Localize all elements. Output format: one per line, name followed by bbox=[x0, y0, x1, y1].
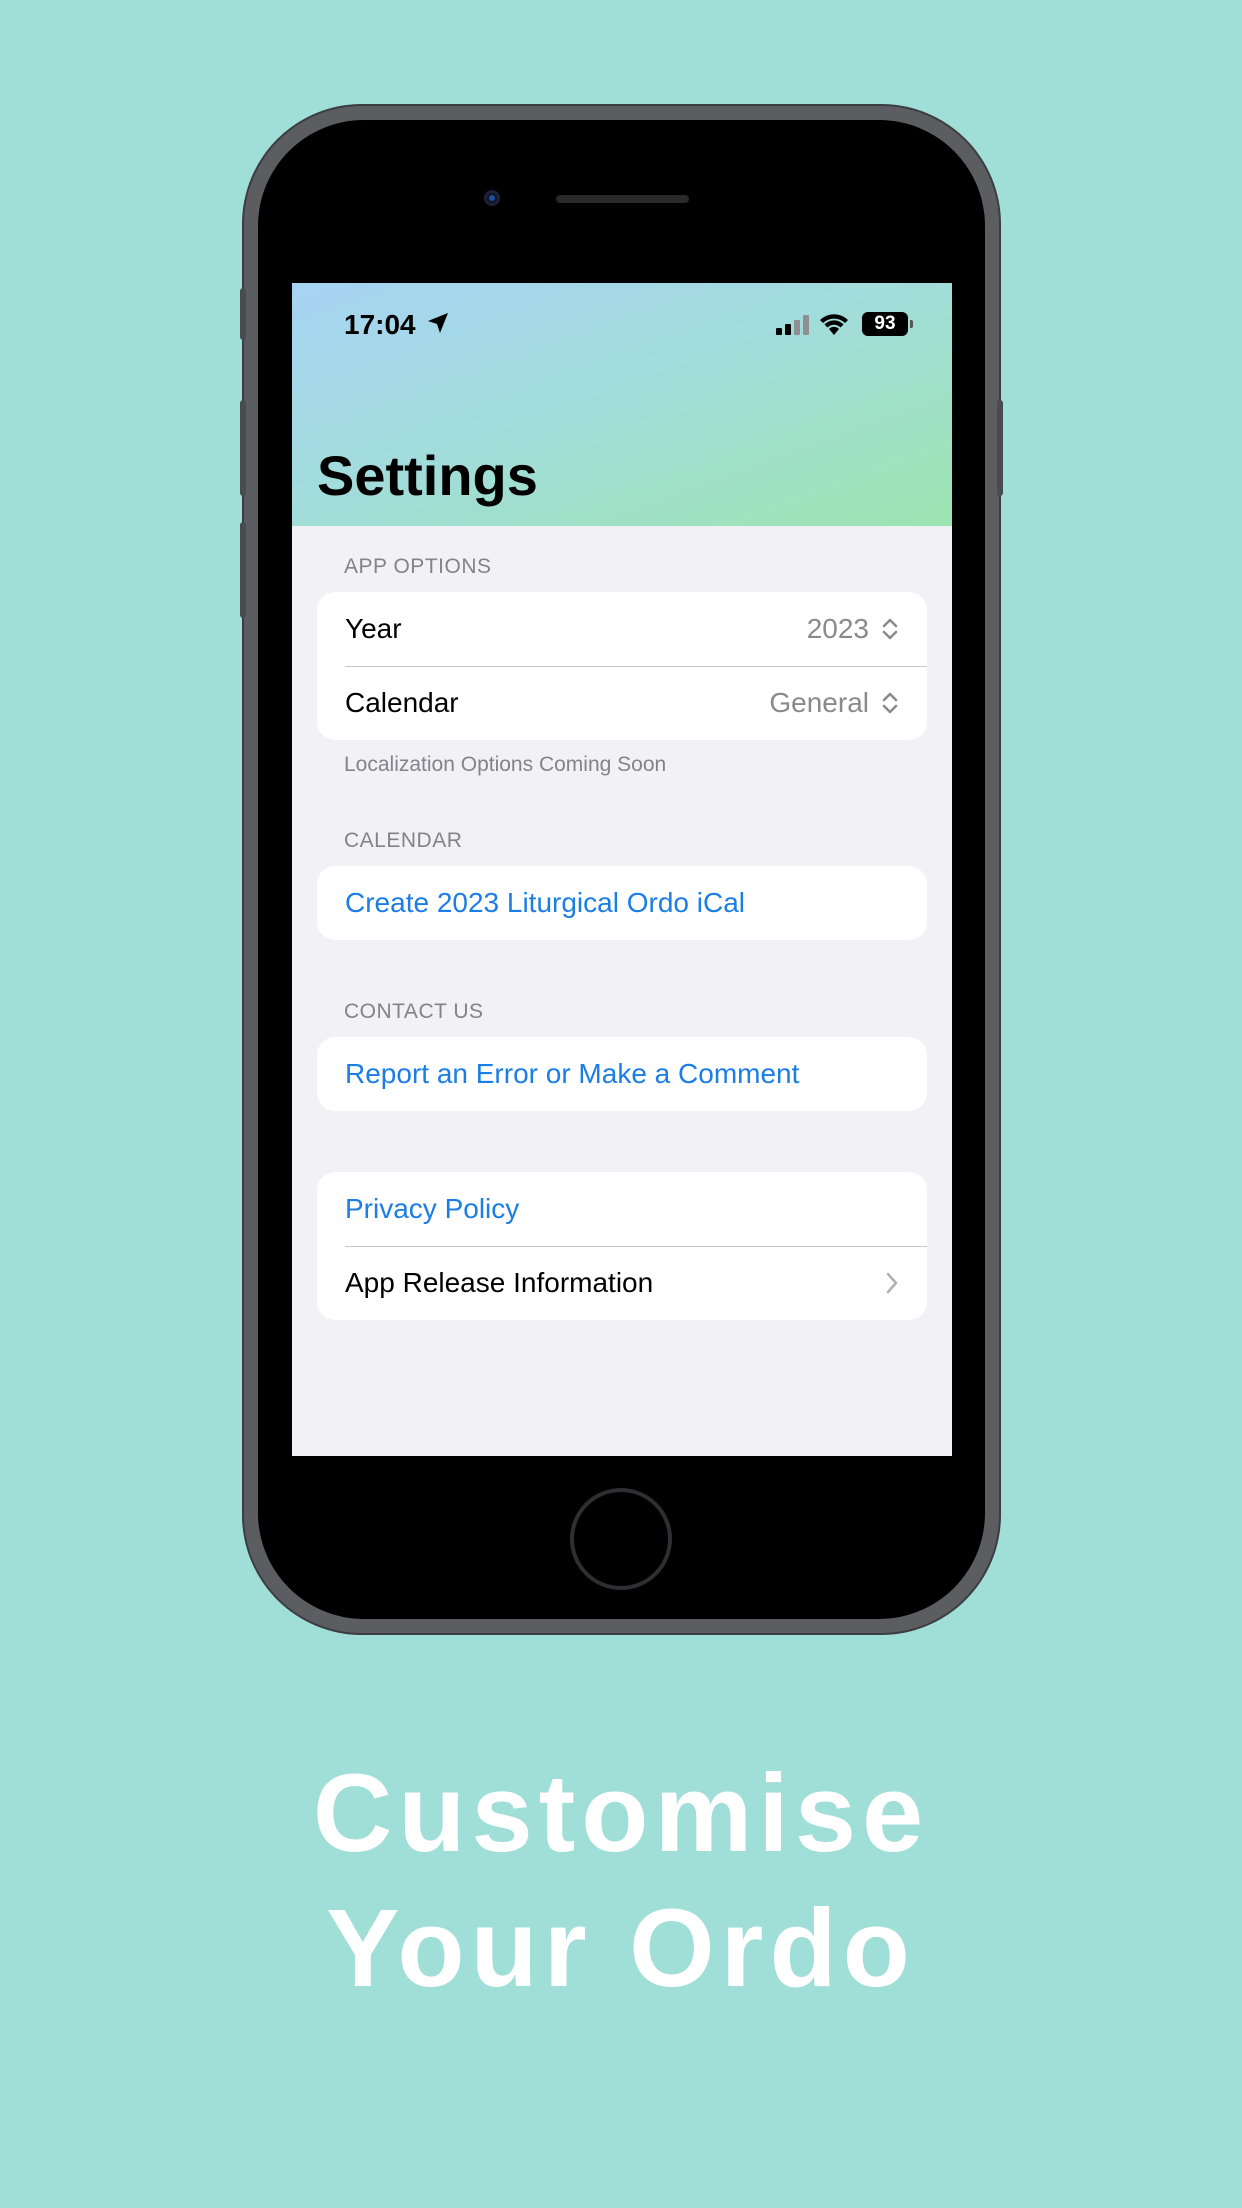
nav-header: 17:04 93 Settings bbox=[292, 283, 952, 526]
power-button bbox=[997, 400, 1003, 496]
calendar-label: Calendar bbox=[345, 687, 459, 718]
release-info-row[interactable]: App Release Information bbox=[317, 1246, 927, 1320]
battery-icon: 93 bbox=[862, 312, 913, 336]
year-picker-row[interactable]: Year 2023 bbox=[317, 592, 927, 666]
privacy-policy-row[interactable]: Privacy Policy bbox=[317, 1172, 927, 1246]
volume-down-button bbox=[240, 522, 246, 618]
year-label: Year bbox=[345, 613, 402, 644]
create-ical-link[interactable]: Create 2023 Liturgical Ordo iCal bbox=[345, 887, 899, 919]
section-header-contact: CONTACT US bbox=[344, 1000, 484, 1023]
home-button[interactable] bbox=[570, 1488, 672, 1590]
tagline-line-1: Customise bbox=[312, 1752, 930, 1875]
phone-screen: 17:04 93 Settings APP OPTIONS Year 2023 … bbox=[292, 283, 952, 1456]
chevron-up-down-icon bbox=[882, 692, 898, 714]
earpiece-speaker bbox=[556, 195, 689, 203]
localization-note: Localization Options Coming Soon bbox=[344, 753, 667, 776]
info-card: Privacy Policy App Release Information bbox=[317, 1172, 927, 1320]
page-title: Settings bbox=[317, 444, 538, 507]
front-camera-icon bbox=[484, 190, 500, 206]
report-error-link[interactable]: Report an Error or Make a Comment bbox=[345, 1058, 899, 1090]
mute-switch bbox=[240, 288, 246, 340]
wifi-icon bbox=[820, 314, 848, 335]
cellular-signal-icon bbox=[776, 315, 809, 335]
create-ical-row[interactable]: Create 2023 Liturgical Ordo iCal bbox=[317, 866, 927, 940]
contact-card: Report an Error or Make a Comment bbox=[317, 1037, 927, 1111]
calendar-picker-row[interactable]: Calendar General bbox=[317, 666, 927, 740]
chevron-right-icon bbox=[886, 1272, 898, 1294]
calendar-card: Create 2023 Liturgical Ordo iCal bbox=[317, 866, 927, 940]
section-header-calendar: CALENDAR bbox=[344, 829, 463, 852]
section-header-app-options: APP OPTIONS bbox=[344, 555, 492, 578]
status-time: 17:04 bbox=[344, 309, 416, 340]
report-error-row[interactable]: Report an Error or Make a Comment bbox=[317, 1037, 927, 1111]
tagline-line-2: Your Ordo bbox=[326, 1887, 916, 2010]
release-info-label: App Release Information bbox=[345, 1267, 654, 1298]
location-arrow-icon bbox=[428, 313, 448, 333]
year-value: 2023 bbox=[806, 613, 869, 644]
volume-up-button bbox=[240, 400, 246, 496]
chevron-up-down-icon bbox=[882, 618, 898, 640]
app-options-card: Year 2023 Calendar General bbox=[317, 592, 927, 740]
privacy-policy-link[interactable]: Privacy Policy bbox=[345, 1193, 899, 1225]
calendar-value: General bbox=[769, 687, 869, 718]
